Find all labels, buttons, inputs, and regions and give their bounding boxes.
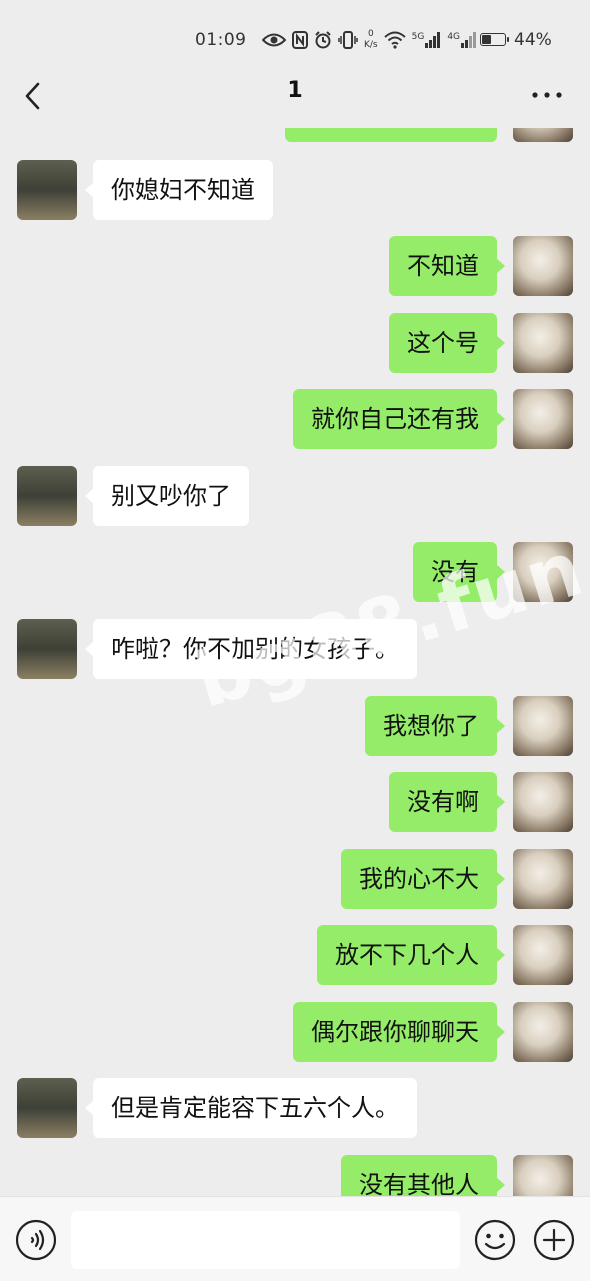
status-icons: 0 K/s 5G 4G <box>262 26 477 54</box>
emoji-icon <box>474 1219 516 1261</box>
my-avatar[interactable] <box>513 313 573 373</box>
signal-5g-label: 5G <box>411 32 425 42</box>
received-message-bubble[interactable]: 别又吵你了 <box>85 466 249 526</box>
more-button[interactable] <box>530 82 564 108</box>
nfc-icon <box>292 31 308 49</box>
chat-message-list[interactable]: 你媳妇不知道不知道这个号就你自己还有我 别又吵你了没有咋啦？你不加别的女孩子。我想… <box>0 128 590 1196</box>
signal-4g-label: 4G <box>447 32 461 42</box>
my-avatar[interactable] <box>513 925 573 985</box>
sent-message-bubble[interactable] <box>285 128 497 142</box>
plus-button[interactable] <box>533 1219 575 1261</box>
plus-icon <box>533 1219 575 1261</box>
sent-message-bubble[interactable]: 不知道 <box>389 236 505 296</box>
voice-icon <box>15 1219 57 1261</box>
sent-message-bubble[interactable]: 这个号 <box>389 313 505 373</box>
received-message-row: 别又吵你了 <box>0 466 590 526</box>
signal-bars-icon <box>425 32 441 48</box>
signal-bars-icon <box>461 32 477 48</box>
my-avatar[interactable] <box>513 849 573 909</box>
sent-message-bubble[interactable]: 没有 <box>413 542 505 602</box>
received-message-row: 但是肯定能容下五六个人。 <box>0 1078 590 1138</box>
contact-avatar[interactable] <box>17 619 77 679</box>
sent-message-bubble[interactable]: 没有其他人 <box>341 1155 505 1196</box>
net-speed: 0 K/s <box>364 29 378 51</box>
voice-button[interactable] <box>15 1219 57 1261</box>
signal-4g: 4G <box>447 32 477 48</box>
sent-message-bubble[interactable]: 放不下几个人 <box>317 925 505 985</box>
battery-icon <box>480 33 509 46</box>
sent-message-bubble[interactable]: 我的心不大 <box>341 849 505 909</box>
more-dots-icon <box>532 92 562 98</box>
received-message-bubble[interactable]: 咋啦？你不加别的女孩子。 <box>85 619 417 679</box>
sent-message-row: 我想你了 <box>0 696 590 756</box>
signal-5g: 5G <box>412 32 442 48</box>
sent-message-row: 这个号 <box>0 313 590 373</box>
my-avatar[interactable] <box>513 542 573 602</box>
received-message-bubble[interactable]: 你媳妇不知道 <box>85 160 273 220</box>
sent-message-row: 偶尔跟你聊聊天 <box>0 1002 590 1062</box>
sent-message-row: 放不下几个人 <box>0 925 590 985</box>
battery-fill <box>482 35 491 44</box>
sent-message-bubble[interactable]: 就你自己还有我 <box>293 389 505 449</box>
eye-icon <box>262 33 286 47</box>
chat-title: 1 <box>287 78 303 103</box>
my-avatar[interactable] <box>513 772 573 832</box>
emoji-button[interactable] <box>474 1219 516 1261</box>
my-avatar[interactable] <box>513 696 573 756</box>
my-avatar[interactable] <box>513 1155 573 1196</box>
sent-message-row: 没有 <box>0 542 590 602</box>
message-input[interactable] <box>71 1211 460 1269</box>
my-avatar[interactable] <box>513 236 573 296</box>
sent-message-row: 我的心不大 <box>0 849 590 909</box>
vibrate-icon <box>338 31 358 49</box>
chat-header: 1 <box>0 62 590 128</box>
wifi-icon <box>383 31 406 49</box>
status-time: 01:09 <box>195 30 247 50</box>
sent-message-row: 就你自己还有我 <box>0 389 590 449</box>
received-message-row: 你媳妇不知道 <box>0 160 590 220</box>
received-message-bubble[interactable]: 但是肯定能容下五六个人。 <box>85 1078 417 1138</box>
sent-message-row: 没有其他人 <box>0 1155 590 1196</box>
sent-message-bubble[interactable]: 没有啊 <box>389 772 505 832</box>
received-message-row: 咋啦？你不加别的女孩子。 <box>0 619 590 679</box>
my-avatar[interactable] <box>513 1002 573 1062</box>
input-bar <box>0 1196 590 1281</box>
net-speed-value: 0 <box>367 29 374 39</box>
my-avatar[interactable] <box>513 389 573 449</box>
contact-avatar[interactable] <box>17 160 77 220</box>
sent-message-bubble[interactable]: 我想你了 <box>365 696 505 756</box>
sent-message-row <box>0 128 590 142</box>
net-speed-unit: K/s <box>364 40 378 50</box>
sent-message-row: 不知道 <box>0 236 590 296</box>
contact-avatar[interactable] <box>17 1078 77 1138</box>
my-avatar[interactable] <box>513 128 573 142</box>
battery-percent: 44% <box>514 30 552 50</box>
sent-message-row: 没有啊 <box>0 772 590 832</box>
contact-avatar[interactable] <box>17 466 77 526</box>
alarm-icon <box>315 31 331 49</box>
sent-message-bubble[interactable]: 偶尔跟你聊聊天 <box>293 1002 505 1062</box>
